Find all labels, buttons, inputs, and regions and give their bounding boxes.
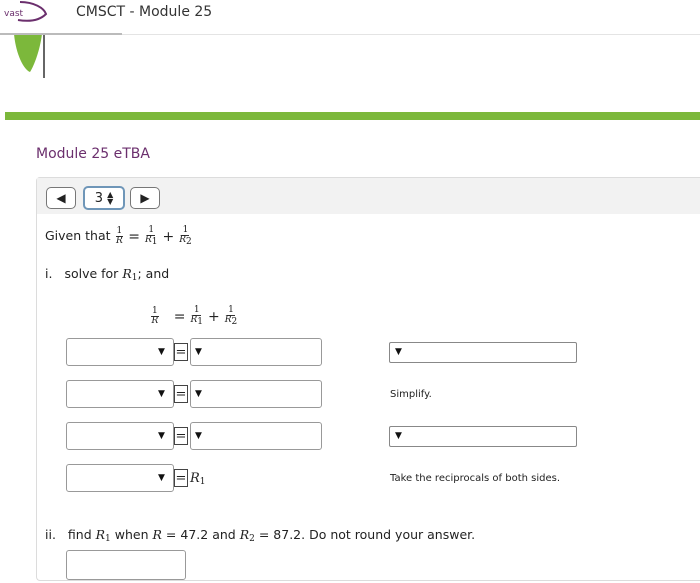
next-question-button[interactable]: ▶ — [130, 187, 160, 209]
up-down-icon: ▲ ▼ — [107, 190, 114, 206]
step-3-left-dropdown[interactable]: ▼ — [66, 422, 174, 450]
step-4-result: = R1 — [174, 469, 206, 487]
chevron-down-icon: ▼ — [395, 347, 402, 357]
step-3-equals: = — [174, 427, 188, 445]
header-divider — [0, 33, 122, 35]
header-divider-light — [122, 34, 700, 35]
chevron-down-icon: ▼ — [195, 347, 202, 357]
given-statement: Given that 1 R = 1 R1 +1 R2 — [45, 225, 192, 247]
answer-input[interactable] — [66, 550, 186, 580]
step-2-left-dropdown[interactable]: ▼ — [66, 380, 174, 408]
fraction-1-over-r2: 1 R2 — [224, 305, 238, 327]
chevron-down-icon: ▼ — [158, 431, 165, 441]
chevron-down-icon: ▼ — [158, 389, 165, 399]
accent-bar — [5, 112, 700, 120]
app-title: CMSCT - Module 25 — [76, 4, 213, 20]
step-3-right-dropdown[interactable]: ▼ — [190, 422, 322, 450]
right-arrow-icon: ▶ — [140, 191, 150, 205]
step-1-reason-dropdown[interactable]: ▼ — [389, 342, 577, 363]
chevron-down-icon: ▼ — [195, 389, 202, 399]
step-3-reason-dropdown[interactable]: ▼ — [389, 426, 577, 447]
step-4-equals: = — [174, 469, 188, 487]
step-1-right-dropdown[interactable]: ▼ — [190, 338, 322, 366]
step-2-note: Simplify. — [390, 389, 432, 400]
part-i-label: i. — [45, 266, 53, 281]
part-ii-prompt: ii. find R1 when R = 47.2 and R2 = 87.2.… — [45, 527, 476, 544]
step-2-equals: = — [174, 385, 188, 403]
question-number: 3 — [94, 190, 104, 206]
part-i-prompt: i. solve for R1; and — [45, 266, 169, 283]
chevron-down-icon: ▼ — [395, 431, 402, 441]
chevron-down-icon: ▼ — [158, 347, 165, 357]
fraction-1-over-r1: 1 R1 — [144, 225, 158, 247]
fraction-1-over-r: 1R — [151, 306, 159, 326]
fraction-1-over-r1: 1 R1 — [190, 305, 203, 327]
step-4-left-dropdown[interactable]: ▼ — [66, 464, 174, 492]
given-prefix: Given that — [45, 228, 111, 243]
module-title: Module 25 eTBA — [36, 146, 150, 162]
step-2-right-dropdown[interactable]: ▼ — [190, 380, 322, 408]
step-1-equals: = — [174, 343, 188, 361]
logo-text: vast — [4, 9, 24, 19]
part-i-variable: R1 — [122, 266, 138, 283]
part-ii-label: ii. — [45, 527, 56, 542]
fraction-1-over-r: 1R — [115, 226, 124, 246]
part-i-text: solve for — [64, 266, 119, 281]
chevron-down-icon: ▼ — [195, 431, 202, 441]
fraction-1-over-r2: 1 R2 — [179, 225, 192, 247]
equation-restated: 1 R = 1 R1 +1 R2 — [151, 305, 238, 327]
part-i-tail: ; and — [137, 266, 170, 281]
part-ii-text: find — [67, 527, 92, 542]
chevron-down-icon: ▼ — [158, 473, 165, 483]
step-4-note: Take the reciprocals of both sides. — [390, 473, 561, 484]
question-number-select[interactable]: 3 ▲ ▼ — [83, 186, 125, 210]
previous-question-button[interactable]: ◀ — [46, 187, 76, 209]
step-1-left-dropdown[interactable]: ▼ — [66, 338, 174, 366]
vast-logo: vast — [4, 1, 48, 78]
left-arrow-icon: ◀ — [56, 191, 66, 205]
